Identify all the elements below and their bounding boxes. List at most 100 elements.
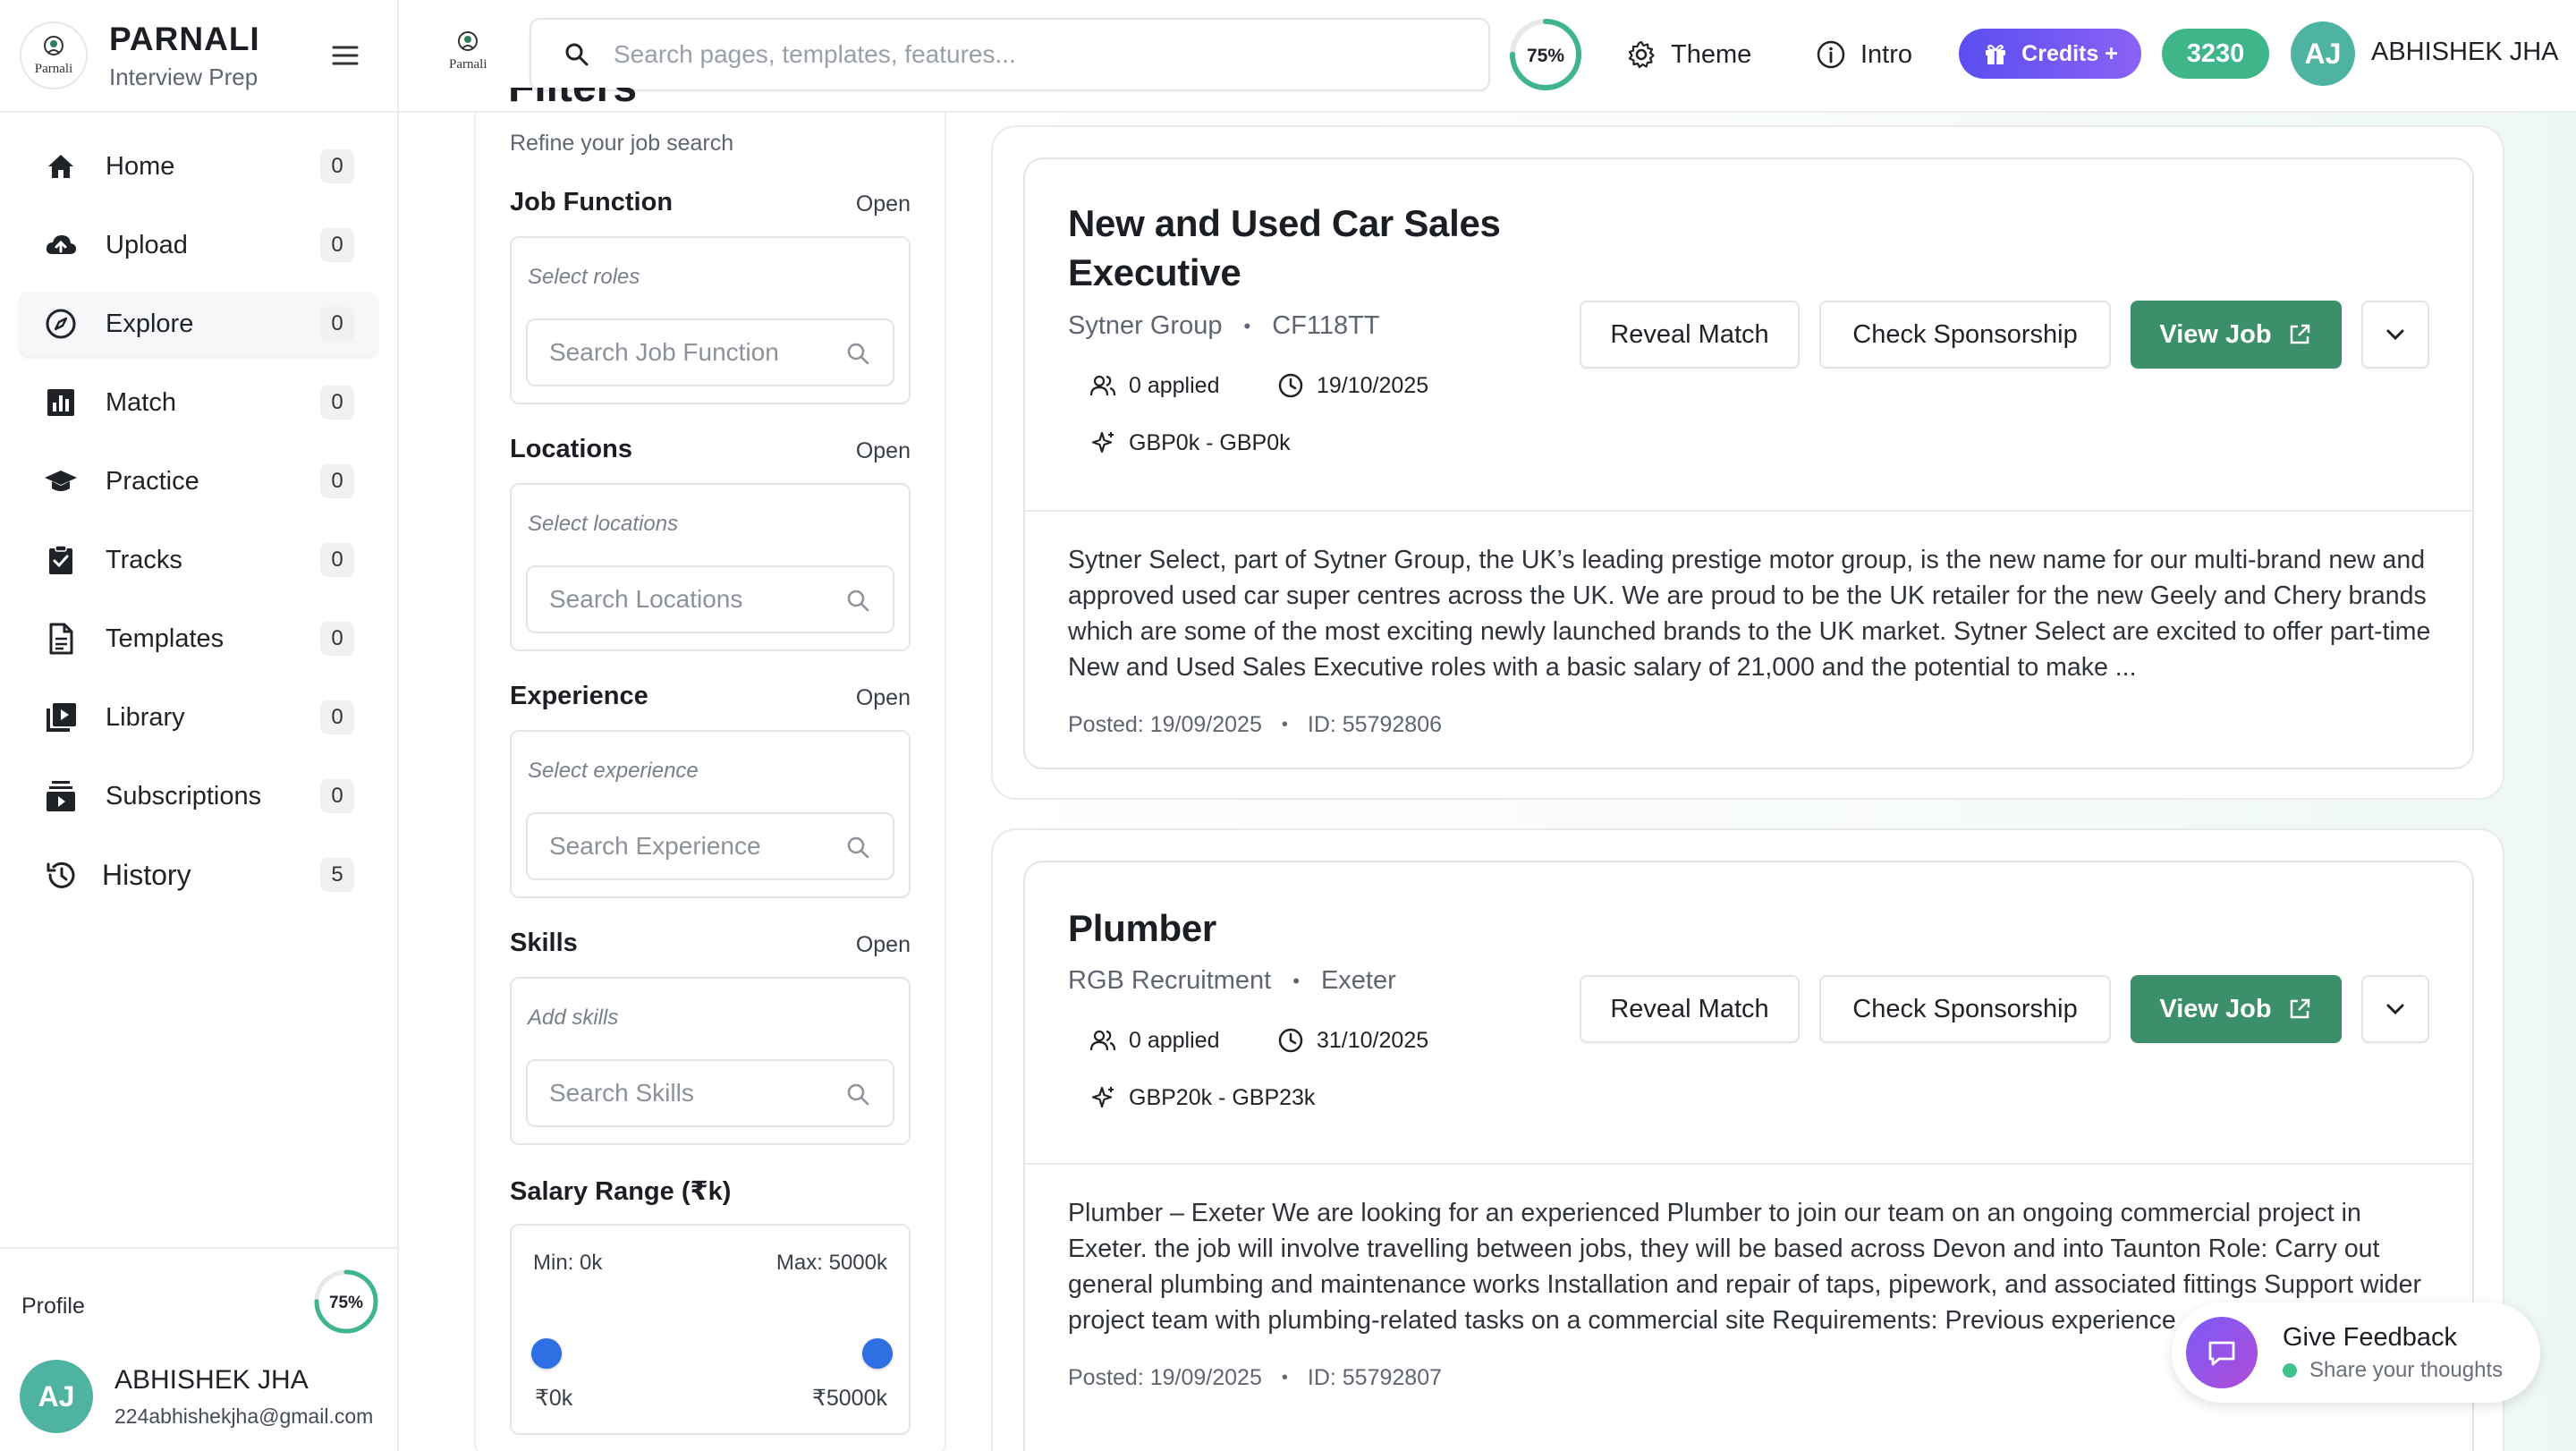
sidebar-item-library[interactable]: Library 0	[20, 685, 377, 750]
user-avatar[interactable]: AJ	[2291, 21, 2355, 86]
job-title[interactable]: New and Used Car Sales Executive	[1068, 199, 1569, 297]
sidebar-item-label: History	[102, 858, 191, 891]
view-job-button[interactable]: View Job	[2131, 975, 2342, 1043]
salary-max-handle[interactable]	[862, 1338, 893, 1369]
progress-label: 75%	[1527, 46, 1564, 66]
logo-emblem-icon	[458, 31, 479, 51]
brand-name: PARNALI	[109, 20, 260, 57]
compass-icon	[46, 309, 76, 339]
reveal-match-button[interactable]: Reveal Match	[1580, 975, 1800, 1043]
filter-job-function-header[interactable]: Job Function Open	[510, 188, 911, 224]
profile-name: ABHISHEK JHA	[114, 1365, 309, 1395]
global-search[interactable]	[530, 18, 1490, 91]
document-icon	[49, 623, 73, 655]
job-description: Sytner Select, part of Sytner Group, the…	[1068, 546, 2431, 682]
job-function-search[interactable]	[526, 318, 894, 386]
view-job-label: View Job	[2159, 319, 2272, 349]
filter-toggle[interactable]: Open	[856, 438, 911, 464]
filter-experience-box: Select experience	[510, 730, 911, 898]
brand-text: PARNALI Interview Prep	[109, 21, 260, 91]
search-input[interactable]	[614, 40, 1419, 69]
progress-ring[interactable]: 75%	[1508, 17, 1583, 92]
sidebar-item-subscriptions[interactable]: Subscriptions 0	[20, 764, 377, 828]
search-icon	[847, 836, 869, 859]
sidebar-item-match[interactable]: Match 0	[20, 370, 377, 435]
theme-button[interactable]: Theme	[1626, 29, 1751, 81]
parnali-logo[interactable]: Parnali	[20, 21, 88, 89]
filter-placeholder[interactable]: Select locations	[528, 512, 678, 537]
view-job-button[interactable]: View Job	[2131, 301, 2342, 369]
bar-chart-icon	[47, 389, 74, 416]
locations-search[interactable]	[526, 565, 894, 633]
check-sponsorship-button[interactable]: Check Sponsorship	[1819, 301, 2111, 369]
intro-label: Intro	[1860, 39, 1913, 69]
sidebar-item-count: 0	[320, 464, 354, 498]
salary-range-box: Min: 0k Max: 5000k ₹0k ₹5000k	[510, 1224, 911, 1435]
filter-toggle[interactable]: Open	[856, 932, 911, 958]
sparkle-icon	[1091, 1086, 1114, 1108]
sidebar-item-home[interactable]: Home 0	[20, 134, 377, 199]
intro-button[interactable]: Intro	[1816, 29, 1912, 81]
sidebar-profile[interactable]: Profile 75% AJ ABHISHEK JHA 224abhishekj…	[0, 1247, 397, 1451]
job-function-search-input[interactable]	[549, 338, 835, 367]
filter-experience-header[interactable]: Experience Open	[510, 682, 911, 717]
points-badge[interactable]: 3230	[2162, 29, 2269, 79]
salary-range: GBP20k - GBP23k	[1129, 1084, 1316, 1110]
meta-separator: •	[1243, 314, 1251, 337]
locations-search-input[interactable]	[549, 585, 835, 614]
sidebar-item-label: Subscriptions	[106, 781, 262, 810]
job-title[interactable]: Plumber	[1068, 904, 1873, 953]
view-job-label: View Job	[2159, 994, 2272, 1023]
sidebar-item-templates[interactable]: Templates 0	[20, 607, 377, 671]
salary-min-handle[interactable]	[531, 1338, 562, 1369]
experience-search-input[interactable]	[549, 832, 835, 861]
reveal-match-button[interactable]: Reveal Match	[1580, 301, 1800, 369]
filter-locations-header[interactable]: Locations Open	[510, 435, 911, 471]
sidebar-item-count: 0	[320, 543, 354, 577]
experience-search[interactable]	[526, 812, 894, 880]
filter-placeholder[interactable]: Select roles	[528, 265, 640, 290]
filter-placeholder[interactable]: Add skills	[528, 1006, 618, 1031]
job-footer: Posted: 19/09/2025 • ID: 55792807	[1068, 1365, 1442, 1391]
skills-search-input[interactable]	[549, 1079, 835, 1107]
salary-max-label: Max: 5000k	[775, 1251, 887, 1275]
feedback-widget[interactable]: Give Feedback Share your thoughts	[2172, 1303, 2540, 1403]
gift-icon	[1986, 45, 2006, 64]
external-link-icon	[2290, 324, 2309, 344]
filter-locations-box: Select locations	[510, 483, 911, 651]
card-divider	[1025, 510, 2472, 512]
salary-range: GBP0k - GBP0k	[1129, 429, 1291, 455]
skills-search[interactable]	[526, 1059, 894, 1127]
filter-toggle[interactable]: Open	[856, 685, 911, 711]
hamburger-menu-icon[interactable]	[329, 39, 361, 72]
check-sponsorship-button[interactable]: Check Sponsorship	[1819, 975, 2111, 1043]
profile-completion-label: 75%	[329, 1294, 363, 1312]
profile-email: 224abhishekjha@gmail.com	[114, 1404, 374, 1428]
posted-date: Posted: 19/09/2025	[1068, 1365, 1262, 1390]
filter-toggle[interactable]: Open	[856, 191, 911, 217]
logo-emblem-icon	[44, 35, 64, 55]
home-icon	[48, 155, 73, 178]
expand-job-button[interactable]	[2361, 975, 2429, 1043]
online-status-dot	[2283, 1362, 2297, 1378]
user-name[interactable]: ABHISHEK JHA	[2371, 38, 2559, 67]
filter-title: Skills	[510, 929, 578, 957]
chevron-down-icon	[2386, 1004, 2404, 1015]
sidebar-item-tracks[interactable]: Tracks 0	[20, 528, 377, 592]
applied-count: 0 applied	[1129, 372, 1220, 398]
credits-button[interactable]: Credits +	[1959, 29, 2141, 79]
sidebar-item-practice[interactable]: Practice 0	[20, 449, 377, 513]
gear-icon	[1628, 40, 1655, 69]
sidebar-item-explore[interactable]: Explore 0	[20, 292, 377, 356]
job-id: ID: 55792807	[1307, 1365, 1442, 1390]
salary-low-value: ₹0k	[535, 1386, 573, 1411]
expand-job-button[interactable]	[2361, 301, 2429, 369]
sidebar-item-upload[interactable]: Upload 0	[20, 213, 377, 277]
filters-title: Filters	[508, 88, 637, 112]
filter-skills-header[interactable]: Skills Open	[510, 929, 911, 964]
topbar-logo[interactable]: Parnali	[449, 30, 487, 72]
sidebar-item-history[interactable]: History 5	[20, 843, 377, 907]
salary-slider-track[interactable]	[547, 1354, 873, 1358]
filter-placeholder[interactable]: Select experience	[528, 759, 699, 784]
sidebar-item-count: 0	[320, 307, 354, 341]
